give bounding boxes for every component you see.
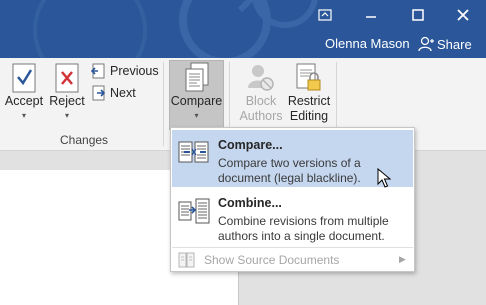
combine-menu-icon [178,198,210,224]
restrict-label-2: Editing [289,109,329,123]
user-name[interactable]: Olenna Mason [325,36,410,51]
next-label: Next [110,86,136,100]
chevron-right-icon: ▶ [399,254,406,264]
block-authors-button[interactable]: Block Authors [236,62,286,124]
restrict-editing-button[interactable]: Restrict Editing [287,62,331,124]
previous-icon [90,63,105,79]
block-authors-icon [248,65,274,91]
accept-icon [12,63,36,93]
share-button[interactable]: Share [418,34,472,54]
accept-button[interactable]: Accept ▾ [3,62,45,120]
next-icon [92,85,106,101]
menu-separator [172,247,413,248]
share-person-icon [418,36,434,52]
accept-label: Accept [4,94,44,108]
changes-group-label: Changes [60,133,109,147]
chevron-down-icon: ▾ [194,111,199,120]
restrict-editing-icon [296,63,321,91]
group-separator [163,62,164,146]
show-source-documents-item[interactable]: Show Source Documents ▶ [172,250,413,270]
restrict-label-1: Restrict [287,94,331,108]
compare-menu-title: Compare... [218,138,283,152]
reject-button[interactable]: Reject ▾ [47,62,87,120]
reject-icon [55,63,79,93]
show-source-icon [178,252,195,268]
maximize-icon [412,9,424,21]
block-label-2: Authors [239,109,283,123]
previous-change-button[interactable]: Previous [90,63,159,79]
close-window-button[interactable] [448,4,478,26]
maximize-button[interactable] [403,4,433,26]
close-icon [457,9,469,21]
compare-menu-icon [178,141,209,163]
combine-menu-desc: Combine revisions from multiple authors … [218,214,389,243]
ribbon-display-options-button[interactable] [310,4,340,26]
block-label-1: Block [245,94,277,108]
previous-label: Previous [110,64,159,78]
minimize-button[interactable] [356,4,386,26]
combine-menu-title: Combine... [218,196,282,210]
share-label: Share [437,36,472,52]
chevron-down-icon: ▾ [21,111,26,120]
combine-menu-item[interactable]: Combine... Combine revisions from multip… [172,188,413,245]
minimize-icon [366,16,376,18]
compare-dropdown-menu: Compare... Compare two versions of a doc… [170,127,415,272]
next-change-button[interactable]: Next [90,85,136,101]
reject-label: Reject [49,94,85,108]
compare-button[interactable]: Compare ▾ [170,62,223,120]
compare-icon [185,62,208,92]
mouse-cursor-icon [377,168,391,188]
restore-icon [318,9,332,21]
title-bar: Olenna Mason Share [0,0,486,58]
chevron-down-icon: ▾ [64,111,69,120]
compare-label: Compare [170,94,223,108]
show-source-label: Show Source Documents [204,253,340,267]
